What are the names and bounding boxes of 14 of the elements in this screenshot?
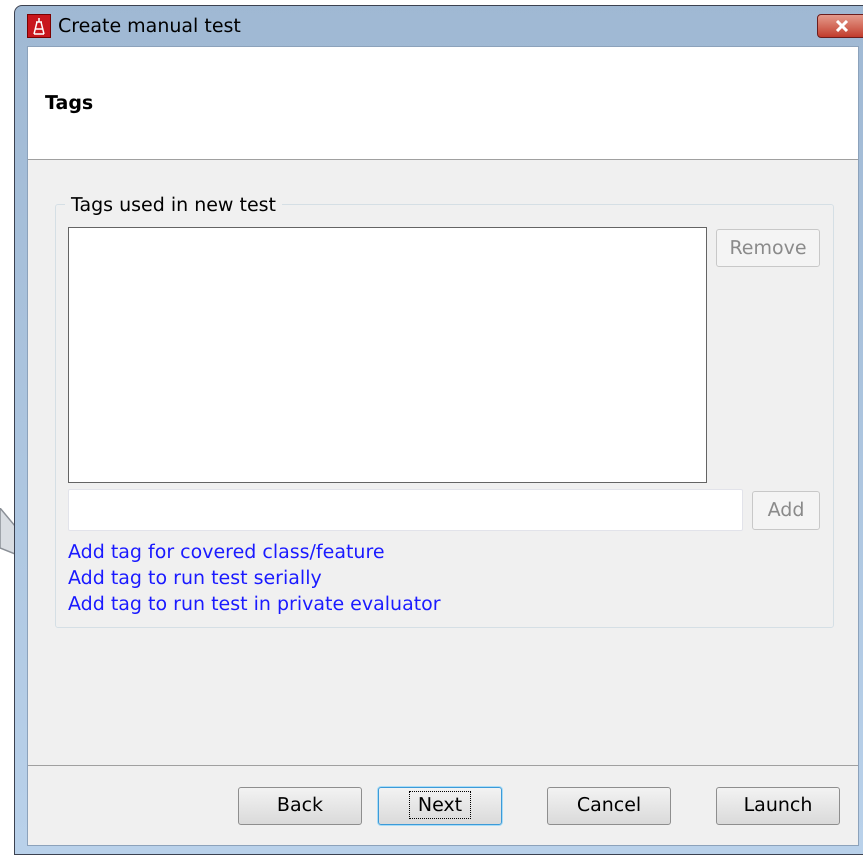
close-icon xyxy=(834,20,850,32)
window-title: Create manual test xyxy=(58,14,241,39)
dialog-button[interactable]: Back xyxy=(238,786,362,824)
add-tag-link[interactable]: Add tag to run test in private evaluator xyxy=(68,591,441,617)
add-tag-link[interactable]: Add tag to run test serially xyxy=(68,565,322,591)
app-logo-icon xyxy=(27,14,51,38)
tag-list[interactable] xyxy=(68,227,707,483)
tag-input-field[interactable] xyxy=(68,489,743,531)
dialog-button[interactable]: Cancel xyxy=(547,786,671,824)
page-heading: Tags xyxy=(45,90,94,116)
add-tag-link[interactable]: Add tag for covered class/feature xyxy=(68,539,385,565)
dialog-button[interactable]: Launch xyxy=(716,786,840,824)
dialog-button[interactable]: Next xyxy=(378,786,502,824)
close-button[interactable] xyxy=(817,14,863,38)
